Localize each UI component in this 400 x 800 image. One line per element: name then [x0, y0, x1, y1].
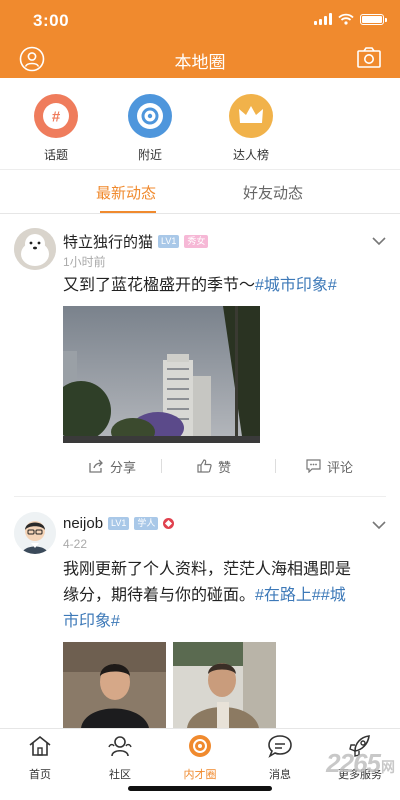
- signal-icon: [314, 13, 332, 25]
- share-icon: [89, 459, 103, 473]
- message-icon: [268, 735, 292, 758]
- camera-button[interactable]: [356, 46, 382, 70]
- tag-badge: 学人: [134, 517, 159, 530]
- level-badge: LV1: [158, 235, 180, 248]
- quick-action-label: 话题: [43, 148, 68, 162]
- post-time: 1小时前: [63, 255, 106, 269]
- quick-action-ranking[interactable]: 达人榜: [211, 94, 291, 163]
- nav-item-community[interactable]: 社区: [85, 733, 155, 782]
- nav-label: 内才圈: [183, 769, 217, 781]
- like-label: 赞: [218, 459, 232, 475]
- like-button[interactable]: 赞: [197, 457, 231, 476]
- status-time: 3:00: [33, 11, 70, 30]
- action-divider: [275, 459, 277, 473]
- circle-icon: [189, 735, 211, 757]
- hashtag-link[interactable]: #城市印象#: [255, 277, 337, 294]
- post-photo[interactable]: [63, 306, 260, 443]
- chevron-down-icon[interactable]: [372, 236, 386, 246]
- post-photo[interactable]: [63, 642, 166, 728]
- watermark: 2265网: [326, 748, 395, 778]
- share-button[interactable]: 分享: [89, 457, 136, 476]
- hashtag-icon: #: [34, 94, 78, 138]
- tab-active-indicator: [100, 211, 156, 213]
- author-name[interactable]: 特立独行的猫: [63, 231, 153, 252]
- nav-label: 消息: [269, 769, 291, 781]
- heart-icon: [163, 518, 175, 529]
- nav-label: 社区: [109, 769, 131, 781]
- tab-latest[interactable]: 最新动态: [96, 182, 156, 203]
- nav-item-home[interactable]: 首页: [5, 733, 75, 782]
- post-photo[interactable]: [173, 642, 276, 728]
- hashtag-link[interactable]: #城: [321, 587, 346, 604]
- action-divider: [161, 459, 163, 473]
- tag-badge: 秀女: [184, 235, 209, 248]
- quick-action-nearby[interactable]: 附近: [110, 94, 190, 163]
- svg-text:#: #: [52, 109, 61, 126]
- hashtag-link[interactable]: #在路上#: [255, 587, 321, 604]
- avatar[interactable]: [14, 512, 56, 554]
- crown-icon: [229, 94, 273, 138]
- hashtag-link[interactable]: 市印象#: [63, 609, 383, 635]
- page-title: 本地圈: [174, 53, 226, 72]
- chevron-down-icon[interactable]: [372, 520, 386, 530]
- nav-item-circle[interactable]: 内才圈: [165, 733, 235, 782]
- community-icon: [108, 736, 132, 757]
- home-icon: [29, 735, 51, 756]
- quick-action-topics[interactable]: # 话题: [16, 94, 96, 163]
- home-indicator: [128, 786, 272, 791]
- post-actions: 分享 赞 评论: [63, 453, 383, 479]
- nav-label: 首页: [29, 769, 51, 781]
- comment-icon: [306, 459, 321, 473]
- post-time: 4-22: [63, 537, 88, 551]
- feed-tabs: 最新动态 好友动态: [0, 170, 400, 214]
- post-text: 我刚更新了个人资料，茫茫人海相遇即是 缘分，期待着与你的碰面。#在路上##城 市…: [63, 557, 383, 635]
- comment-button[interactable]: 评论: [306, 457, 353, 476]
- camera-icon: [357, 47, 381, 68]
- battery-icon: [360, 13, 387, 25]
- share-label: 分享: [110, 459, 137, 475]
- status-icons: [314, 13, 387, 25]
- post-author: 特立独行的猫 LV1 秀女: [63, 231, 209, 252]
- level-badge: LV1: [108, 517, 130, 530]
- wifi-icon: [338, 13, 354, 25]
- author-name[interactable]: neijob: [63, 515, 103, 532]
- quick-actions: # 话题 附近 达人榜: [0, 78, 400, 170]
- thumbs-up-icon: [197, 459, 212, 473]
- avatar[interactable]: [14, 228, 56, 270]
- post-author: neijob LV1 学人: [63, 515, 175, 532]
- post-text: 又到了蓝花楹盛开的季节～#城市印象#: [63, 277, 337, 294]
- feed-post: neijob LV1 学人 4-22 我刚更新了个人资料，茫茫人海相遇即是 缘分…: [0, 498, 400, 728]
- tab-friends[interactable]: 好友动态: [243, 182, 303, 203]
- comment-label: 评论: [327, 459, 354, 475]
- nav-item-messages[interactable]: 消息: [245, 733, 315, 782]
- quick-action-label: 达人榜: [232, 148, 269, 162]
- top-header: 3:00 本地圈: [0, 0, 400, 78]
- location-icon: [128, 94, 172, 138]
- feed-post: 特立独行的猫 LV1 秀女 1小时前 又到了蓝花楹盛开的季节～#城市印象# 分享…: [0, 214, 400, 498]
- quick-action-label: 附近: [137, 148, 162, 162]
- post-divider: [14, 496, 386, 497]
